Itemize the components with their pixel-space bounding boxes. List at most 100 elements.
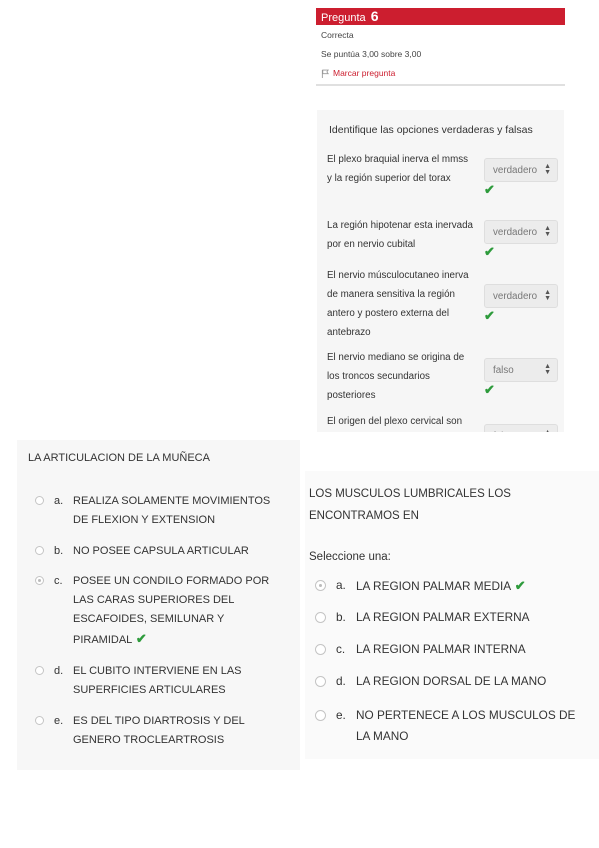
question-wrist-joint: LA ARTICULACION DE LA MUÑECA a. REALIZA S… [17,440,300,770]
answer-option[interactable]: c. LA REGION PALMAR INTERNA [315,639,580,660]
tf-answer-select[interactable]: verdadero ▲ ▼ [484,284,558,308]
answer-option[interactable]: e. NO PERTENECE A LOS MUSCULOS DE LA MANO [315,705,580,747]
question-score: Se puntúa 3,00 sobre 3,00 [321,49,422,59]
option-letter: e. [54,715,64,727]
tf-statement: El nervio mediano se origina de los tron… [327,352,465,401]
tf-statement: La región hipotenar esta inervada por en… [327,220,473,250]
tf-row: El plexo braquial inerva el mmss y la re… [327,150,564,208]
radio-button[interactable] [315,644,326,655]
tf-answer-select[interactable]: verdadero ▲ ▼ [484,158,558,182]
answer-option[interactable]: b. NO POSEE CAPSULA ARTICULAR [35,542,275,561]
option-text: ES DEL TIPO DIARTROSIS Y DEL GENERO TROC… [73,712,275,750]
flag-icon [321,69,330,78]
radio-button[interactable] [315,612,326,623]
question-header: Pregunta 6 [316,8,565,25]
option-text: POSEE UN CONDILO FORMADO POR LAS CARAS S… [73,572,275,650]
radio-button[interactable] [35,496,44,505]
check-icon: ✔ [484,308,495,323]
option-label: NO PERTENECE A LOS MUSCULOS DE LA MANO [356,708,576,743]
tf-answer: verdadero ▲ ▼ ✔ [484,158,564,196]
tf-question-title: Identifique las opciones verdaderas y fa… [329,124,533,136]
flag-question-link[interactable]: Marcar pregunta [321,68,565,78]
tf-row: La región hipotenar esta inervada por en… [327,216,564,258]
option-letter: d. [54,665,64,677]
check-icon: ✔ [484,382,495,397]
option-letter: c. [54,575,63,587]
sort-arrows-icon: ▲▼ [544,429,551,432]
tf-statement: El origen del plexo cervical son las raí… [327,416,463,427]
answer-option[interactable]: a. LA REGION PALMAR MEDIA ✔ [315,575,580,597]
option-text: NO POSEE CAPSULA ARTICULAR [73,542,275,561]
question-label: Pregunta [321,12,366,24]
option-label: EL CUBITO INTERVIENE EN LAS SUPERFICIES … [73,665,242,696]
question-state: Correcta [321,30,354,40]
tf-answer: falso ▲▼ [484,424,564,432]
tf-answer: falso ▲ ▼ ✔ [484,358,564,396]
radio-button[interactable] [315,710,326,721]
tf-rows: El plexo braquial inerva el mmss y la re… [327,150,564,432]
option-letter: e. [336,708,346,722]
tf-answer-select[interactable]: verdadero ▲ ▼ [484,220,558,244]
divider [316,84,565,86]
tf-statement: El plexo braquial inerva el mmss y la re… [327,154,469,184]
option-label: LA REGION DORSAL DE LA MANO [356,674,547,688]
true-false-question: Identifique las opciones verdaderas y fa… [317,110,564,432]
question-number: 6 [370,8,379,24]
question-prompt: LA ARTICULACION DE LA MUÑECA [28,452,210,464]
tf-answer: verdadero ▲ ▼ ✔ [484,220,564,258]
flag-question-label: Marcar pregunta [333,68,396,78]
sort-arrows-icon: ▲▼ [544,363,551,376]
tf-answer: verdadero ▲ ▼ ✔ [484,284,564,322]
question-prompt: LOS MUSCULOS LUMBRICALES LOS ENCONTRAMOS… [309,488,511,522]
radio-button[interactable] [35,576,44,585]
tf-answer-select[interactable]: falso ▲▼ [484,358,558,382]
option-text: LA REGION PALMAR INTERNA [356,639,580,660]
answer-option[interactable]: a. REALIZA SOLAMENTE MOVIMIENTOS DE FLEXI… [35,492,275,530]
option-label: LA REGION PALMAR MEDIA [356,579,512,593]
radio-button[interactable] [35,666,44,675]
option-text: LA REGION DORSAL DE LA MANO [356,671,580,692]
answer-option[interactable]: e. ES DEL TIPO DIARTROSIS Y DEL GENERO TR… [35,712,275,750]
sort-arrows-icon: ▲▼ [544,289,551,302]
option-text: LA REGION PALMAR EXTERNA [356,607,580,628]
answer-option[interactable]: d. LA REGION DORSAL DE LA MANO [315,671,580,692]
radio-button[interactable] [35,716,44,725]
option-text: REALIZA SOLAMENTE MOVIMIENTOS DE FLEXION… [73,492,275,530]
option-text: LA REGION PALMAR MEDIA ✔ [356,575,580,597]
tf-row: El nervio músculocutaneo inerva de maner… [327,266,564,340]
radio-button[interactable] [315,580,326,591]
answer-option[interactable]: d. EL CUBITO INTERVIENE EN LAS SUPERFICIE… [35,662,275,700]
answer-option[interactable]: b. LA REGION PALMAR EXTERNA [315,607,580,628]
option-text: EL CUBITO INTERVIENE EN LAS SUPERFICIES … [73,662,275,700]
radio-button[interactable] [35,546,44,555]
tf-answer-value: falso [493,431,514,433]
option-letter: c. [336,642,346,656]
check-icon: ✔ [511,578,526,593]
tf-answer-value: falso [493,364,514,376]
option-label: ES DEL TIPO DIARTROSIS Y DEL GENERO TROC… [73,715,245,746]
option-letter: a. [54,495,64,507]
option-letter: a. [336,578,346,592]
question-lumbricals: LOS MUSCULOS LUMBRICALES LOS ENCONTRAMOS… [305,471,599,759]
option-label: REALIZA SOLAMENTE MOVIMIENTOS DE FLEXION… [73,495,271,526]
sort-arrows-icon: ▲▼ [544,163,551,176]
option-letter: d. [336,674,346,688]
option-label: LA REGION PALMAR EXTERNA [356,610,530,624]
option-label: LA REGION PALMAR INTERNA [356,642,526,656]
tf-answer-value: verdadero [493,226,538,238]
tf-row: El nervio mediano se origina de los tron… [327,348,564,404]
answer-option[interactable]: c. POSEE UN CONDILO FORMADO POR LAS CARAS… [35,572,275,650]
tf-statement: El nervio músculocutaneo inerva de maner… [327,270,469,338]
option-label: NO POSEE CAPSULA ARTICULAR [73,545,249,557]
tf-answer-value: verdadero [493,290,538,302]
option-letter: b. [336,610,346,624]
option-letter: b. [54,545,64,557]
option-label: POSEE UN CONDILO FORMADO POR LAS CARAS S… [73,575,270,646]
tf-answer-select[interactable]: falso ▲▼ [484,424,558,432]
radio-button[interactable] [315,676,326,687]
check-icon: ✔ [132,631,147,646]
sort-arrows-icon: ▲▼ [544,225,551,238]
tf-row: El origen del plexo cervical son las raí… [327,412,564,432]
question-info: Pregunta 6 Correcta Se puntúa 3,00 sobre… [316,8,565,86]
tf-answer-value: verdadero [493,164,538,176]
